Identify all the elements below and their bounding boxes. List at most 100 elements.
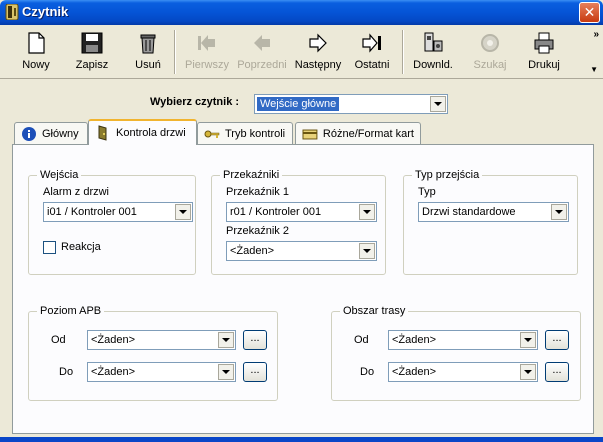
chevron-down-icon[interactable] [520, 332, 536, 348]
reaction-label: Reakcja [61, 241, 101, 253]
alarm-select[interactable]: i01 / Kontroler 001 [43, 202, 193, 222]
relay1-label: Przekaźnik 1 [226, 186, 289, 198]
tab-control-mode-label: Tryb kontroli [225, 127, 286, 140]
reader-select[interactable]: Wejście główne [254, 94, 448, 114]
window-bottom-border [0, 437, 603, 442]
first-arrow-icon [198, 35, 215, 51]
apb-to-browse-button[interactable]: ... [243, 362, 267, 382]
passage-type-label: Typ [418, 186, 436, 198]
next-button-label: Następny [294, 59, 342, 71]
relay2-select-value: <Żaden> [230, 245, 275, 257]
card-reader-icon [302, 129, 318, 139]
download-button[interactable]: Downld. [410, 28, 456, 76]
chevron-down-icon[interactable] [218, 364, 234, 380]
tab-control-mode[interactable]: Tryb kontroli [197, 122, 293, 144]
save-button-label: Zapisz [75, 59, 109, 71]
tab-door-control[interactable]: Kontrola drzwi [88, 119, 197, 145]
apb-from-select-value: <Żaden> [91, 334, 136, 346]
reader-select-value: Wejście główne [255, 96, 341, 112]
alarm-label: Alarm z drzwi [43, 186, 110, 198]
first-button[interactable]: Pierwszy [182, 28, 232, 76]
chevron-down-icon[interactable] [359, 243, 375, 259]
route-to-label: Do [360, 366, 375, 378]
print-button[interactable]: Drukuj [522, 28, 566, 76]
reader-app-icon [5, 4, 19, 20]
previous-button[interactable]: Poprzedni [234, 28, 290, 76]
delete-button[interactable]: Usuń [128, 28, 168, 76]
tab-misc-card-format[interactable]: Różne/Format kart [295, 122, 421, 144]
save-button[interactable]: Zapisz [70, 28, 114, 76]
print-button-label: Drukuj [528, 59, 560, 71]
passage-type-group-title: Typ przejścia [412, 169, 483, 181]
apb-to-select[interactable]: <Żaden> [87, 362, 236, 382]
route-area-group-title: Obszar trasy [340, 305, 409, 317]
close-icon: ✕ [583, 4, 596, 20]
apb-to-label: Do [59, 366, 74, 378]
route-from-select[interactable]: <Żaden> [388, 330, 538, 350]
apb-to-select-value: <Żaden> [91, 366, 136, 378]
close-button[interactable]: ✕ [579, 2, 600, 23]
chevron-down-icon[interactable] [175, 204, 191, 220]
download-device-icon [424, 32, 443, 52]
chevron-down-icon[interactable] [551, 204, 567, 220]
route-to-browse-button[interactable]: ... [545, 362, 569, 382]
chevron-down-icon[interactable] [520, 364, 536, 380]
passage-type-group: Typ przejścia Typ Drzwi standardowe [403, 169, 578, 275]
relay2-label: Przekaźnik 2 [226, 225, 289, 237]
last-button[interactable]: Ostatni [350, 28, 394, 76]
inputs-group-title: Wejścia [37, 169, 82, 181]
first-button-label: Pierwszy [184, 59, 229, 71]
relays-group: Przekaźniki Przekaźnik 1 r01 / Kontroler… [211, 169, 386, 275]
previous-button-label: Poprzedni [237, 59, 287, 71]
chevron-down-icon[interactable] [218, 332, 234, 348]
toolbar-dropdown-icon[interactable]: ▼ [590, 65, 598, 74]
title-bar: Czytnik ✕ [0, 0, 603, 25]
search-button[interactable]: Szukaj [468, 28, 512, 76]
apb-level-group-title: Poziom APB [37, 305, 105, 317]
window-title: Czytnik [22, 4, 69, 19]
toolbar-separator [174, 30, 176, 74]
route-from-select-value: <Żaden> [392, 334, 437, 346]
door-control-panel: Wejścia Alarm z drzwi i01 / Kontroler 00… [12, 144, 594, 434]
door-icon [98, 125, 107, 141]
trash-can-icon [140, 34, 156, 54]
apb-from-select[interactable]: <Żaden> [87, 330, 236, 350]
search-icon [481, 34, 499, 52]
passage-type-select-value: Drzwi standardowe [422, 206, 516, 218]
alarm-select-value: i01 / Kontroler 001 [47, 206, 137, 218]
tab-main-label: Główny [42, 127, 79, 140]
next-arrow-icon [309, 33, 327, 53]
chevron-down-icon[interactable] [430, 96, 446, 112]
tab-misc-card-format-label: Różne/Format kart [322, 127, 414, 140]
chevron-down-icon[interactable] [359, 204, 375, 220]
download-button-label: Downld. [413, 59, 453, 71]
route-from-browse-button[interactable]: ... [545, 330, 569, 350]
previous-arrow-icon [254, 35, 270, 51]
delete-button-label: Usuń [135, 59, 161, 71]
route-from-label: Od [354, 334, 369, 346]
reader-select-label: Wybierz czytnik : [150, 96, 240, 108]
new-button[interactable]: Nowy [16, 28, 56, 76]
passage-type-select[interactable]: Drzwi standardowe [418, 202, 569, 222]
relays-group-title: Przekaźniki [220, 169, 283, 181]
relay1-select[interactable]: r01 / Kontroler 001 [226, 202, 377, 222]
reaction-checkbox[interactable] [43, 241, 56, 254]
apb-from-browse-button[interactable]: ... [243, 330, 267, 350]
info-icon [22, 126, 36, 141]
route-to-select[interactable]: <Żaden> [388, 362, 538, 382]
new-document-icon [28, 32, 45, 54]
next-button[interactable]: Następny [292, 28, 344, 76]
key-icon [204, 130, 220, 138]
floppy-disk-icon [81, 32, 103, 54]
apb-from-label: Od [51, 334, 66, 346]
relay2-select[interactable]: <Żaden> [226, 241, 377, 261]
tab-door-control-label: Kontrola drzwi [116, 127, 186, 139]
toolbar-overflow-icon[interactable]: » [593, 29, 599, 40]
route-to-select-value: <Żaden> [392, 366, 437, 378]
tab-main[interactable]: Główny [14, 122, 88, 144]
toolbar: Nowy Zapisz Usuń Pierwszy Poprzedni Nast… [0, 25, 603, 79]
printer-icon [534, 32, 554, 54]
route-area-group: Obszar trasy Od <Żaden> ... Do <Żaden> .… [331, 305, 581, 401]
search-button-label: Szukaj [473, 59, 507, 71]
inputs-group: Wejścia Alarm z drzwi i01 / Kontroler 00… [28, 169, 196, 275]
